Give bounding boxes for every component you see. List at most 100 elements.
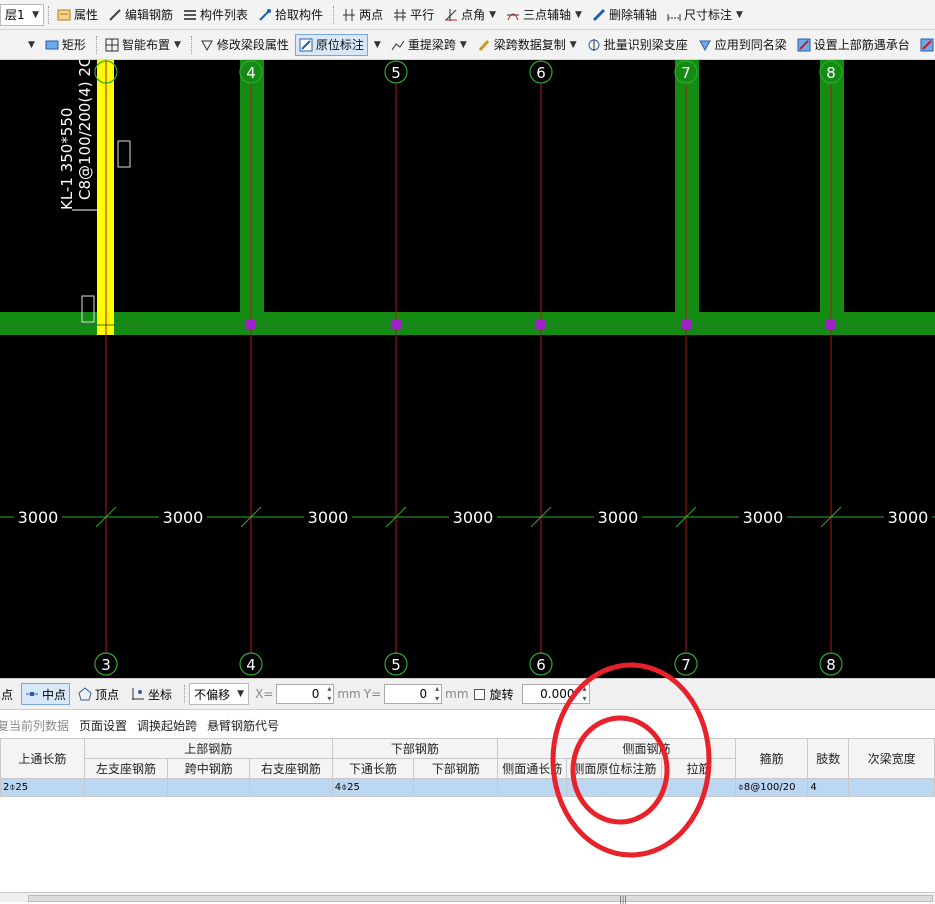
properties-label: 属性: [74, 8, 99, 22]
cell-bottom-through[interactable]: 4⌽25: [331, 778, 415, 797]
re-extract-span-button[interactable]: 重提梁跨 ▼: [387, 34, 471, 56]
bottom-axis-label: 6: [536, 656, 546, 674]
snap-vertex-button[interactable]: 顶点: [74, 683, 123, 705]
header-top-through[interactable]: 上通长筋: [0, 738, 85, 779]
cell-tie[interactable]: [661, 778, 736, 797]
chevron-down-icon[interactable]: ▼: [374, 40, 381, 50]
horizontal-scrollbar[interactable]: |||: [0, 892, 935, 904]
cell-side-in-situ[interactable]: [566, 778, 663, 797]
snap-midpoint-button[interactable]: 中点: [21, 683, 71, 705]
header-stirrup[interactable]: 箍筋: [734, 738, 809, 779]
rectangle-button[interactable]: 矩形: [41, 34, 90, 56]
cell-lower-rebar[interactable]: [413, 778, 499, 797]
set-more-icon: [920, 38, 934, 52]
pick-component-button[interactable]: 拾取构件: [254, 4, 327, 26]
cell-mid-span[interactable]: [167, 778, 251, 797]
list-icon: [183, 8, 197, 22]
properties-button[interactable]: 属性: [53, 4, 102, 26]
grid-tab-bar: 复当前列数据 页面设置 调换起始跨 悬臂钢筋代号: [0, 713, 935, 737]
header-side-through[interactable]: 侧面通长筋: [497, 758, 568, 779]
edit-rebar-icon: [108, 8, 122, 22]
cell-right-support[interactable]: [249, 778, 333, 797]
smart-layout-label: 智能布置: [121, 38, 170, 52]
smart-layout-button[interactable]: 智能布置 ▼: [101, 34, 185, 56]
two-point-icon: [342, 8, 356, 22]
beam-node[interactable]: [826, 319, 836, 329]
grid-empty-area: [0, 797, 935, 892]
header-right-support[interactable]: 右支座钢筋: [249, 758, 333, 779]
tab-page-setup[interactable]: 页面设置: [74, 717, 132, 734]
snap-point-button[interactable]: 点: [0, 683, 17, 705]
cell-stirrup[interactable]: ⌽8@100/20: [734, 778, 809, 797]
two-point-axis-button[interactable]: 两点: [338, 4, 387, 26]
set-more-button[interactable]: 设: [916, 34, 935, 56]
axis-line-group: [105, 60, 832, 654]
y-label: Y=: [363, 687, 382, 701]
tab-copy-column[interactable]: 复当前列数据: [0, 717, 74, 734]
bottom-axis-label: 7: [681, 656, 691, 674]
apply-same-name-beam-button[interactable]: 应用到同名梁: [694, 34, 791, 56]
offset-combo[interactable]: 不偏移 ▼: [189, 683, 250, 705]
copy-span-data-button[interactable]: 梁跨数据复制 ▼: [473, 34, 581, 56]
header-secondary-width[interactable]: 次梁宽度: [848, 738, 935, 779]
point-angle-icon: [444, 8, 458, 22]
header-tie[interactable]: 拉筋: [661, 758, 736, 779]
y-input[interactable]: 0: [384, 684, 443, 704]
header-left-support[interactable]: 左支座钢筋: [83, 758, 169, 779]
rotate-input[interactable]: 0.000: [521, 684, 590, 704]
coordinate-icon: [131, 687, 145, 701]
beam-node[interactable]: [681, 319, 691, 329]
modify-icon: [200, 38, 214, 52]
header-bottom-through[interactable]: 下通长筋: [331, 758, 415, 779]
beam-node[interactable]: [536, 319, 546, 329]
cell-secondary-width[interactable]: [848, 778, 935, 797]
main-toolbar: 层1 ▼ 属性 编辑钢筋 构件列表 拾取构件 两点 平行 点角 ▼ 三点辅轴 ▼…: [0, 0, 935, 30]
header-mid-span[interactable]: 跨中钢筋: [167, 758, 251, 779]
point-angle-button[interactable]: 点角 ▼: [440, 4, 500, 26]
beam-node[interactable]: [391, 319, 401, 329]
in-situ-annotation-icon: [299, 38, 313, 52]
beam-rebar-annotation[interactable]: C8@100/200(4) 2C2: [76, 47, 94, 200]
component-list-button[interactable]: 构件列表: [179, 4, 252, 26]
annotation-grip[interactable]: [117, 140, 131, 168]
edit-rebar-button[interactable]: 编辑钢筋: [104, 4, 177, 26]
cell-top-through[interactable]: 2⌽25: [0, 778, 85, 797]
top-axis-bubble-group: [94, 60, 843, 84]
cell-left-support[interactable]: [83, 778, 169, 797]
drawing-canvas[interactable]: 4 5 6 7 8 KL-1 350*550 C8@100/200(4) 2C2: [0, 47, 935, 678]
tab-cantilever-code[interactable]: 悬臂钢筋代号: [202, 717, 284, 734]
tab-swap-start-span[interactable]: 调换起始跨: [132, 717, 202, 734]
header-legs[interactable]: 肢数: [807, 738, 850, 779]
in-situ-annotation-button[interactable]: 原位标注: [294, 33, 368, 56]
cell-legs[interactable]: 4: [807, 778, 850, 797]
two-point-label: 两点: [359, 8, 384, 22]
re-extract-icon: [391, 38, 405, 52]
canvas-svg: 4 5 6 7 8 KL-1 350*550 C8@100/200(4) 2C2: [0, 47, 935, 676]
header-side-in-situ[interactable]: 侧面原位标注筋: [566, 758, 663, 779]
cell-side-through[interactable]: [497, 778, 568, 797]
floor-combo[interactable]: 层1 ▼: [0, 3, 44, 26]
table-row[interactable]: 2⌽25 4⌽25 ⌽8@100/20 4: [0, 778, 935, 797]
three-point-axis-button[interactable]: 三点辅轴 ▼: [502, 4, 586, 26]
x-input[interactable]: 0: [276, 684, 335, 704]
apply-same-name-icon: [698, 38, 712, 52]
beam-name-annotation[interactable]: KL-1 350*550: [58, 108, 76, 210]
chevron-down-icon[interactable]: ▼: [28, 40, 35, 50]
parallel-axis-button[interactable]: 平行: [389, 4, 438, 26]
snap-coordinate-button[interactable]: 坐标: [127, 683, 176, 705]
bottom-axis-label: 5: [391, 656, 401, 674]
header-lower-rebar[interactable]: 下部钢筋: [413, 758, 499, 779]
beam-node[interactable]: [246, 319, 256, 329]
bottom-axis-label: 3: [101, 656, 111, 674]
dimension-button[interactable]: 尺寸标注 ▼: [663, 4, 747, 26]
delete-axis-button[interactable]: 删除辅轴: [588, 4, 661, 26]
header-side-group: 侧面钢筋: [497, 738, 736, 759]
rotate-checkbox[interactable]: [473, 688, 485, 700]
scrollbar-thumb[interactable]: |||: [28, 895, 933, 904]
modify-beam-segment-button[interactable]: 修改梁段属性: [196, 34, 293, 56]
batch-identify-support-button[interactable]: 批量识别梁支座: [583, 34, 692, 56]
rectangle-label: 矩形: [61, 38, 86, 52]
snap-point-label: 点: [1, 687, 14, 702]
set-upper-rebar-cap-label: 设置上部筋遇承台: [813, 38, 910, 52]
set-upper-rebar-cap-button[interactable]: 设置上部筋遇承台: [793, 34, 914, 56]
